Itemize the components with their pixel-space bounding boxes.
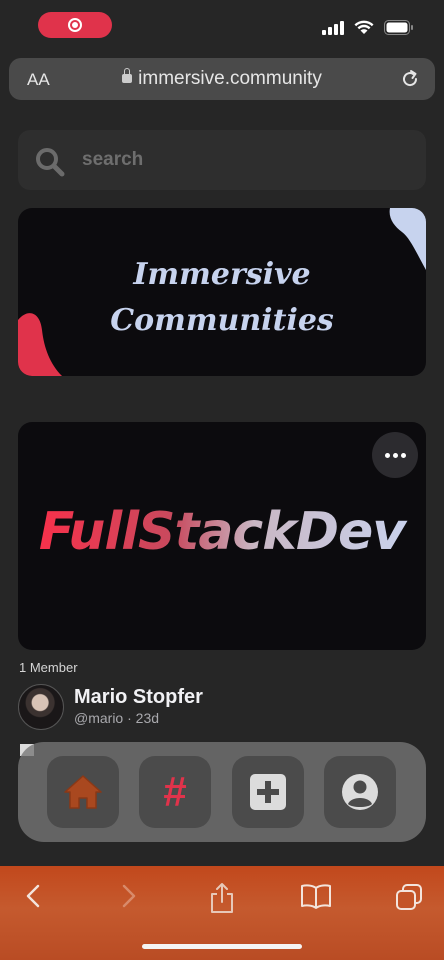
reload-icon[interactable] bbox=[399, 68, 421, 90]
member-count: 1 Member bbox=[19, 660, 78, 675]
bottom-nav: # bbox=[18, 742, 426, 842]
search-placeholder: search bbox=[82, 149, 144, 170]
community-name: FullStackDev bbox=[18, 502, 426, 562]
bookmarks-icon[interactable] bbox=[300, 882, 332, 910]
nav-profile-button[interactable] bbox=[324, 756, 396, 828]
status-bar bbox=[0, 0, 444, 52]
author-meta: @mario · 23d bbox=[74, 710, 160, 726]
nav-create-button[interactable] bbox=[232, 756, 304, 828]
banner-title-line-2: Communities bbox=[110, 303, 334, 338]
banner-title: Immersive Communities bbox=[18, 252, 426, 344]
user-circle-icon bbox=[342, 774, 378, 810]
url-text: immersive.community bbox=[138, 68, 322, 89]
home-indicator[interactable] bbox=[142, 944, 302, 949]
banner-title-line-1: Immersive bbox=[133, 257, 311, 292]
battery-icon bbox=[384, 20, 413, 35]
share-icon[interactable] bbox=[208, 882, 236, 914]
search-icon bbox=[36, 148, 65, 177]
url-display[interactable]: immersive.community bbox=[9, 68, 435, 90]
forward-icon[interactable] bbox=[116, 882, 140, 910]
tabs-icon[interactable] bbox=[394, 882, 424, 912]
lock-icon bbox=[122, 68, 133, 83]
nav-home-button[interactable] bbox=[47, 756, 119, 828]
address-bar[interactable]: AA immersive.community bbox=[9, 58, 435, 100]
wifi-icon bbox=[354, 20, 374, 34]
post-author[interactable]: Mario Stopfer @mario · 23d bbox=[18, 684, 318, 730]
nav-tags-button[interactable]: # bbox=[139, 756, 211, 828]
ellipsis-icon bbox=[384, 452, 390, 458]
community-card[interactable]: FullStackDev bbox=[18, 422, 426, 650]
author-name[interactable]: Mario Stopfer bbox=[74, 686, 203, 709]
back-icon[interactable] bbox=[22, 882, 46, 910]
immersive-communities-banner: Immersive Communities bbox=[18, 208, 426, 376]
screen-recording-indicator[interactable] bbox=[38, 12, 112, 38]
more-options-button[interactable] bbox=[372, 432, 418, 478]
search-input[interactable]: search bbox=[18, 130, 426, 190]
cellular-signal-icon bbox=[322, 20, 344, 35]
record-icon bbox=[68, 18, 82, 32]
home-icon bbox=[64, 775, 102, 809]
plus-square-icon bbox=[250, 774, 286, 810]
avatar[interactable] bbox=[18, 684, 64, 730]
hashtag-icon: # bbox=[163, 768, 187, 815]
